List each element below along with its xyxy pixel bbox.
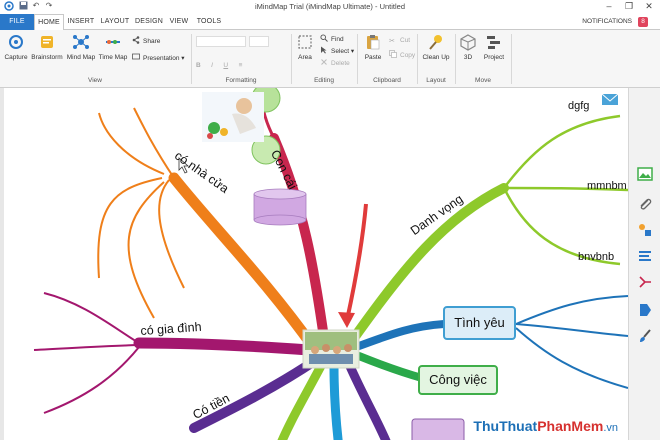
tag-icon[interactable] [637, 302, 653, 318]
window-title: iMindMap Trial (iMindMap Ultimate) - Unt… [254, 2, 406, 11]
minimize-button[interactable]: – [600, 0, 618, 12]
shapes-icon[interactable] [637, 222, 653, 238]
scissors-icon: ✂ [389, 38, 395, 45]
font-size-select[interactable] [249, 36, 269, 47]
tab-design[interactable]: DESIGN [134, 14, 164, 30]
list-icon[interactable] [637, 248, 653, 264]
find-icon [320, 34, 328, 42]
node-cong-viec[interactable]: Công việc [418, 365, 498, 395]
cut-button[interactable]: ✂ Cut [389, 36, 410, 46]
tab-home[interactable]: HOME [34, 14, 64, 31]
presentation-button[interactable]: Presentation ▾ [132, 53, 185, 63]
branch-layer [33, 88, 628, 440]
underline-button[interactable]: U [223, 62, 228, 69]
lilac-node [411, 418, 465, 440]
leaf-label-bnvbnb[interactable]: bnvbnb [578, 251, 614, 263]
brush-icon[interactable] [637, 328, 653, 344]
title-bar: ↶ ↷ iMindMap Trial (iMindMap Ultimate) -… [0, 0, 660, 14]
area-icon [298, 35, 312, 49]
brainstorm-button[interactable]: Brainstorm [30, 33, 64, 61]
tab-file[interactable]: FILE [0, 14, 34, 30]
editing-group-label: Editing [314, 77, 334, 84]
notifications-label[interactable]: NOTIFICATIONS [582, 18, 632, 25]
share-button[interactable]: Share [132, 36, 160, 46]
copy-icon [389, 50, 397, 58]
notifications-badge[interactable]: 8 [638, 17, 648, 27]
tab-tools[interactable]: TOOLS [194, 14, 224, 30]
move-group-label: Move [475, 77, 491, 84]
bold-button[interactable]: B [196, 62, 201, 69]
branch-cong-viec [355, 352, 426, 382]
image-icon[interactable] [637, 166, 653, 182]
capture-icon [9, 35, 23, 49]
capture-button[interactable]: Capture [3, 33, 29, 61]
clean-up-icon [429, 35, 442, 50]
format-buttons-row: B I U ≡ [196, 54, 290, 69]
delete-icon [321, 59, 327, 65]
cylinder-shape [253, 188, 307, 226]
watermark: ThuThuatPhanMem.vn [473, 418, 618, 434]
clipboard-group-label: Clipboard [373, 77, 401, 84]
select-button[interactable]: Select ▾ [320, 46, 354, 56]
ribbon: Capture Brainstorm Mind Map Time Map Sha… [0, 30, 660, 88]
tab-layout[interactable]: LAYOUT [100, 14, 130, 30]
copy-button[interactable]: Copy [389, 50, 415, 60]
share-icon [132, 36, 140, 44]
app-window: ↶ ↷ iMindMap Trial (iMindMap Ultimate) -… [0, 0, 660, 440]
italic-button[interactable]: I [211, 62, 213, 69]
maximize-button[interactable]: ❐ [620, 0, 638, 12]
mind-map-button[interactable]: Mind Map [65, 33, 97, 61]
find-button[interactable]: Find [320, 34, 344, 44]
tab-insert[interactable]: INSERT [66, 14, 96, 30]
layout-group-label: Layout [426, 77, 446, 84]
attachment-icon[interactable] [637, 196, 653, 212]
view-group-label: View [88, 77, 102, 84]
presentation-icon [132, 53, 140, 60]
tab-view[interactable]: VIEW [168, 14, 190, 30]
project-icon [487, 36, 500, 49]
leaf-label-dgfg[interactable]: dgfg [568, 100, 589, 112]
time-map-icon [106, 40, 120, 44]
branch-co-gia-dinh [133, 337, 315, 356]
baby-image [202, 92, 264, 142]
area-button[interactable]: Area [294, 33, 316, 61]
central-image [302, 329, 360, 369]
brainstorm-icon [41, 36, 53, 48]
mind-map-icon [73, 35, 89, 49]
time-map-button[interactable]: Time Map [97, 33, 129, 61]
3d-icon [460, 34, 476, 51]
project-button[interactable]: Project [481, 33, 507, 61]
ribbon-tabs: FILE HOME INSERT LAYOUT DESIGN VIEW TOOL… [0, 14, 660, 31]
mind-map-canvas[interactable]: Con cái có nhà cửa có gia đình Có tiền D… [0, 88, 628, 440]
close-button[interactable]: ✕ [640, 0, 658, 12]
paste-button[interactable]: Paste [361, 33, 385, 61]
email-icon [601, 93, 619, 105]
pointer-icon [321, 46, 327, 54]
font-family-select[interactable] [196, 36, 246, 47]
3d-button[interactable]: 3D [458, 33, 478, 61]
annotation-arrow [345, 203, 368, 321]
node-tinh-yeu[interactable]: Tình yêu [443, 306, 516, 340]
delete-button[interactable]: Delete [320, 58, 350, 68]
separator [511, 34, 512, 84]
leaf-label-mmnbm[interactable]: mmnbm [587, 180, 627, 192]
clean-up-button[interactable]: Clean Up [421, 33, 451, 61]
right-sidebar [628, 88, 660, 440]
branch-tinh-yeu [355, 320, 448, 350]
align-button[interactable]: ≡ [239, 62, 243, 69]
formatting-group-label: Formatting [225, 77, 257, 84]
branch-tool-icon[interactable] [637, 274, 653, 290]
paste-icon [367, 35, 380, 50]
